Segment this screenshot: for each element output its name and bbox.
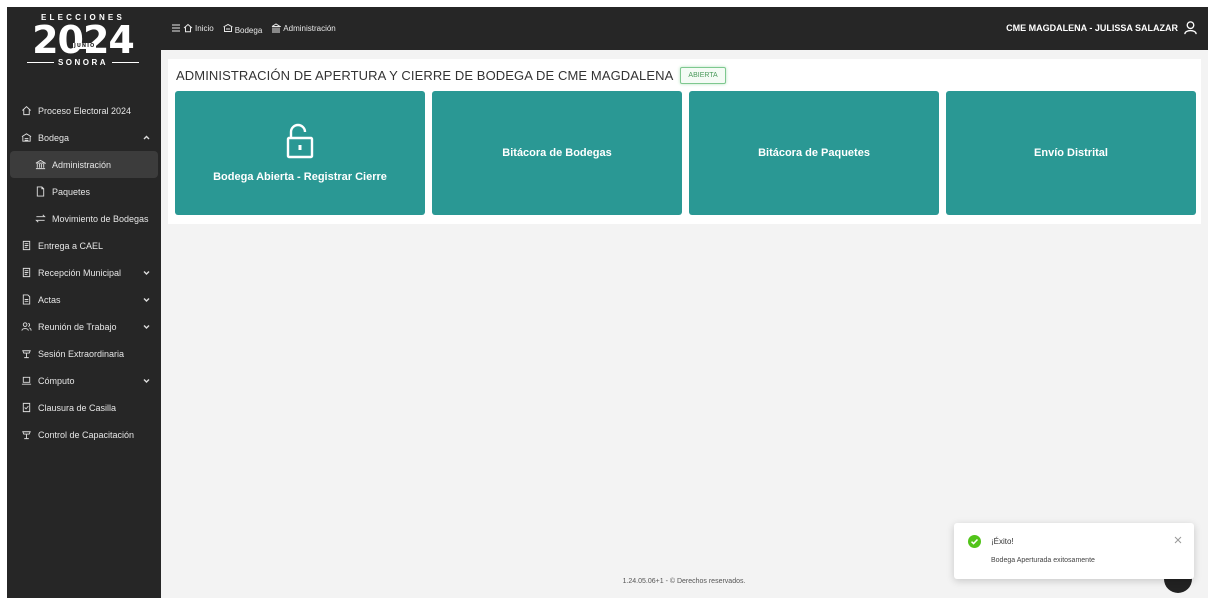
chevron-down-icon [142,295,151,304]
register-close-card[interactable]: Bodega Abierta - Registrar Cierre [175,91,425,215]
file-icon [34,186,46,198]
bitacora-paquetes-card[interactable]: Bitácora de Paquetes [689,91,939,215]
bank-icon [34,159,46,171]
sidebar: ELECCIONES 2024 JUNIO SONORA Proceso Ele… [7,7,161,598]
sidebar-item-label: Administración [52,159,112,170]
sidebar-item-label: Reunión de Trabajo [38,321,117,332]
chevron-down-icon [142,376,151,385]
bitacora-bodegas-card[interactable]: Bitácora de Bodegas [432,91,682,215]
sidebar-item-bodega[interactable]: Bodega [7,124,161,151]
sidebar-item-label: Cómputo [38,375,75,386]
clipboard-check-icon [20,402,32,414]
home-icon [183,23,193,33]
breadcrumb-label: Bodega [234,25,263,35]
card-label: Bitácora de Paquetes [758,147,870,159]
user-menu[interactable]: CME MAGDALENA - JULISSA SALAZAR [1006,20,1198,35]
sidebar-item-recepcion-municipal[interactable]: Recepción Municipal [7,259,161,286]
success-toast: ¡Éxito! Bodega Aperturada exitosamente [954,523,1194,579]
logo-divider [27,62,54,63]
bank-icon [272,23,282,33]
title-row: ADMINISTRACIÓN DE APERTURA Y CIERRE DE B… [176,67,726,84]
team-icon [20,321,32,333]
envio-distrital-card[interactable]: Envío Distrital [946,91,1196,215]
status-badge: ABIERTA [680,67,726,84]
elecciones-logo[interactable]: ELECCIONES 2024 JUNIO SONORA [27,13,139,73]
breadcrumb: Inicio Bodega Administración [171,23,345,35]
menu-icon[interactable] [171,23,181,33]
warehouse-icon [20,132,32,144]
unlock-icon [286,123,314,159]
breadcrumb-label: Inicio [195,23,214,33]
sidebar-item-entrega-cael[interactable]: Entrega a CAEL [7,232,161,259]
sidebar-item-computo[interactable]: Cómputo [7,367,161,394]
sidebar-item-label: Proceso Electoral 2024 [38,105,132,116]
card-label: Envío Distrital [1034,147,1108,159]
sidebar-item-label: Clausura de Casilla [38,402,117,413]
swap-icon [34,213,46,225]
file-text-icon [20,294,32,306]
sidebar-item-actas[interactable]: Actas [7,286,161,313]
breadcrumb-inicio[interactable]: Inicio [171,23,214,33]
sidebar-item-movimiento-bodegas[interactable]: Movimiento de Bodegas [7,205,161,232]
sidebar-item-sesion-extraordinaria[interactable]: Sesión Extraordinaria [7,340,161,367]
user-name: CME MAGDALENA - JULISSA SALAZAR [1006,22,1178,33]
sidebar-nav: Proceso Electoral 2024 Bodega Administra… [7,97,161,448]
action-cards: Bodega Abierta - Registrar Cierre Bitáco… [175,91,1196,215]
chevron-down-icon [142,268,151,277]
sidebar-item-label: Paquetes [52,186,91,197]
sidebar-item-paquetes[interactable]: Paquetes [7,178,161,205]
breadcrumb-administracion[interactable]: Administración [271,23,336,33]
sidebar-item-administracion[interactable]: Administración [10,151,158,178]
breadcrumb-bodega[interactable]: Bodega [222,23,263,35]
sidebar-item-label: Sesión Extraordinaria [38,348,125,359]
sidebar-item-label: Bodega [38,132,70,143]
user-icon[interactable] [1183,20,1198,35]
clipboard-icon [20,267,32,279]
sidebar-item-reunion-trabajo[interactable]: Reunión de Trabajo [7,313,161,340]
footer: 1.24.05.06+1 - © Derechos reservados. [622,578,746,585]
logo-year: 2024 JUNIO [27,21,139,59]
clipboard-icon [20,240,32,252]
top-bar: Inicio Bodega Administración CME MAGDALE… [161,7,1208,50]
sidebar-item-proceso-electoral[interactable]: Proceso Electoral 2024 [7,97,161,124]
logo-divider [112,62,139,63]
logo-month: JUNIO [73,43,97,49]
toast-message: Bodega Aperturada exitosamente [991,557,1095,564]
home-icon [20,105,32,117]
lecturn-icon [20,348,32,360]
lecturn-icon [20,429,32,441]
chevron-down-icon [142,322,151,331]
sidebar-item-label: Actas [38,294,61,305]
sidebar-item-label: Recepción Municipal [38,267,122,278]
close-icon[interactable] [1174,536,1182,544]
laptop-icon [20,375,32,387]
card-label: Bodega Abierta - Registrar Cierre [213,171,387,183]
app-frame: ELECCIONES 2024 JUNIO SONORA Proceso Ele… [7,7,1208,598]
sidebar-item-clausura-casilla[interactable]: Clausura de Casilla [7,394,161,421]
sidebar-item-label: Entrega a CAEL [38,240,104,251]
breadcrumb-label: Administración [283,23,336,33]
check-circle-icon [968,535,981,548]
logo-year-text: 2024 [32,18,135,62]
sidebar-item-label: Movimiento de Bodegas [52,213,149,224]
card-label: Bitácora de Bodegas [502,147,612,159]
page-title: ADMINISTRACIÓN DE APERTURA Y CIERRE DE B… [176,68,674,83]
sidebar-item-control-capacitacion[interactable]: Control de Capacitación [7,421,161,448]
warehouse-icon [222,23,233,32]
chevron-up-icon [142,133,151,142]
sidebar-item-label: Control de Capacitación [38,429,135,440]
toast-title: ¡Éxito! [991,537,1014,546]
main-panel: ADMINISTRACIÓN DE APERTURA Y CIERRE DE B… [168,59,1201,224]
